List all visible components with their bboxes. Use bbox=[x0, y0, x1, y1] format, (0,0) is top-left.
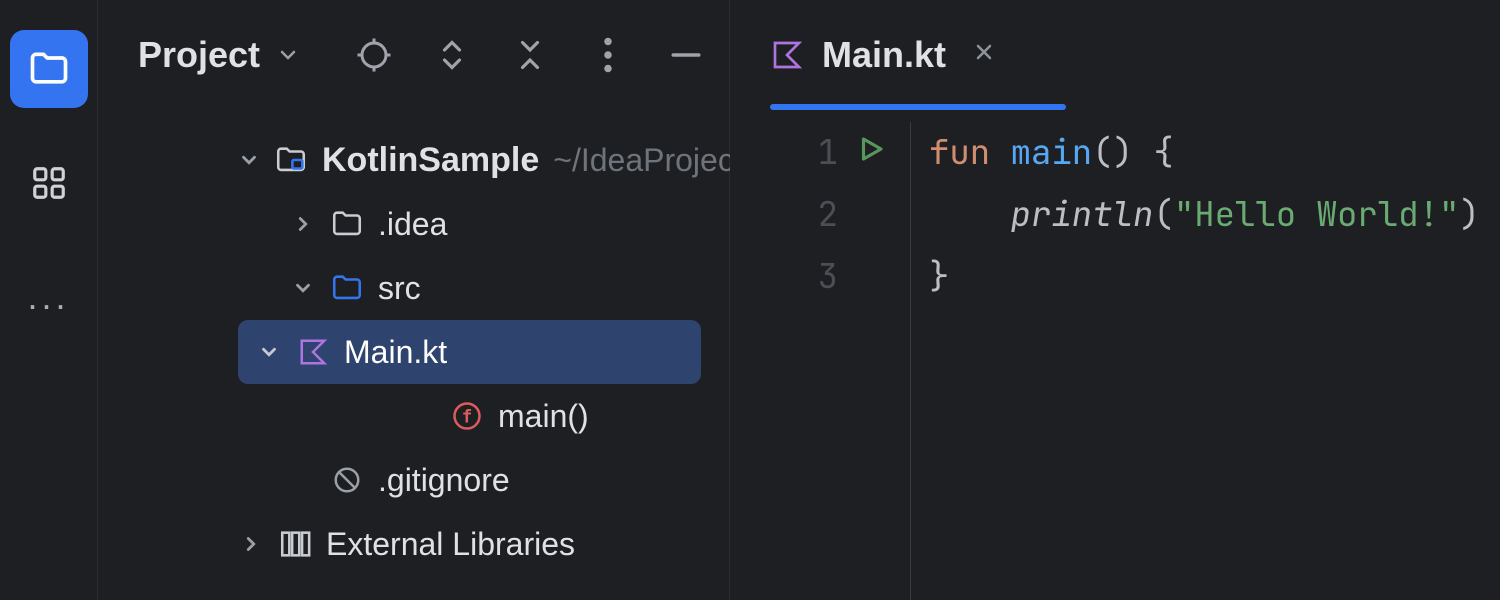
project-view-selector[interactable]: Project bbox=[138, 34, 300, 76]
chevron-right-icon bbox=[238, 533, 264, 555]
tree-root-node[interactable]: KotlinSample ~/IdeaProject bbox=[98, 128, 729, 192]
run-icon bbox=[856, 134, 886, 164]
project-tree: KotlinSample ~/IdeaProject .idea src bbox=[98, 110, 729, 600]
library-icon bbox=[278, 527, 312, 561]
tree-label: src bbox=[378, 270, 421, 307]
editor-gutter: 1 2 3 bbox=[730, 122, 910, 600]
tab-filename: Main.kt bbox=[822, 34, 946, 76]
tree-label: Main.kt bbox=[344, 334, 447, 371]
function-icon: f bbox=[450, 399, 484, 433]
folder-icon bbox=[330, 207, 364, 241]
chevron-down-icon bbox=[276, 43, 300, 67]
line-number: 2 bbox=[808, 184, 838, 246]
chevron-down-icon bbox=[238, 149, 260, 171]
more-vertical-icon bbox=[603, 37, 613, 73]
left-tool-rail: ... bbox=[0, 0, 98, 600]
expand-all-button[interactable] bbox=[433, 36, 471, 74]
code-editor[interactable]: 1 2 3 fun main() { println("Hello World!… bbox=[730, 110, 1500, 600]
collapse-all-button[interactable] bbox=[511, 36, 549, 74]
editor-area: Main.kt 1 2 3 fun main() { println("Hell… bbox=[730, 0, 1500, 600]
kotlin-file-icon bbox=[296, 335, 330, 369]
locate-file-button[interactable] bbox=[355, 36, 393, 74]
tree-main-function[interactable]: f main() bbox=[98, 384, 729, 448]
editor-tabs: Main.kt bbox=[730, 0, 1500, 110]
folder-icon bbox=[27, 47, 71, 91]
tree-root-name: KotlinSample bbox=[322, 141, 539, 180]
project-panel-header: Project bbox=[98, 0, 729, 110]
editor-tab-main-kt[interactable]: Main.kt bbox=[770, 34, 996, 76]
close-tab-button[interactable] bbox=[972, 38, 996, 72]
panel-options-button[interactable] bbox=[589, 36, 627, 74]
tree-src-folder[interactable]: src bbox=[98, 256, 729, 320]
tree-gitignore-file[interactable]: .gitignore bbox=[98, 448, 729, 512]
source-folder-icon bbox=[330, 271, 364, 305]
close-icon bbox=[972, 40, 996, 64]
code-line: } bbox=[929, 246, 1500, 308]
tree-idea-folder[interactable]: .idea bbox=[98, 192, 729, 256]
ellipsis-icon: ... bbox=[27, 276, 69, 318]
expand-collapse-icon bbox=[437, 37, 467, 73]
svg-text:f: f bbox=[462, 407, 473, 427]
run-line-button[interactable] bbox=[856, 122, 886, 184]
project-tool-button[interactable] bbox=[10, 30, 88, 108]
chevron-down-icon bbox=[290, 277, 316, 299]
code-line: println("Hello World!") bbox=[929, 184, 1500, 246]
chevron-right-icon bbox=[290, 213, 316, 235]
kotlin-file-icon bbox=[770, 38, 804, 72]
code-content[interactable]: fun main() { println("Hello World!") } bbox=[910, 122, 1500, 600]
target-icon bbox=[356, 37, 392, 73]
tree-main-kt-file[interactable]: Main.kt bbox=[238, 320, 701, 384]
tree-label: .idea bbox=[378, 206, 447, 243]
project-panel-title: Project bbox=[138, 34, 260, 76]
chevron-down-icon bbox=[256, 341, 282, 363]
hide-panel-button[interactable] bbox=[667, 36, 705, 74]
project-panel: Project bbox=[98, 0, 730, 600]
code-line: fun main() { bbox=[929, 122, 1500, 184]
more-tools-button[interactable]: ... bbox=[10, 258, 88, 336]
tree-root-path: ~/IdeaProject bbox=[553, 142, 742, 179]
line-number: 1 bbox=[808, 122, 838, 184]
ignored-file-icon bbox=[330, 463, 364, 497]
tree-label: .gitignore bbox=[378, 462, 510, 499]
tree-label: External Libraries bbox=[326, 526, 575, 563]
structure-icon bbox=[30, 164, 68, 202]
tree-external-libraries[interactable]: External Libraries bbox=[98, 512, 729, 576]
collapse-all-icon bbox=[515, 37, 545, 73]
tree-label: main() bbox=[498, 398, 589, 435]
minimize-icon bbox=[669, 38, 703, 72]
line-number: 3 bbox=[808, 246, 838, 308]
module-folder-icon bbox=[274, 143, 308, 177]
structure-tool-button[interactable] bbox=[10, 144, 88, 222]
